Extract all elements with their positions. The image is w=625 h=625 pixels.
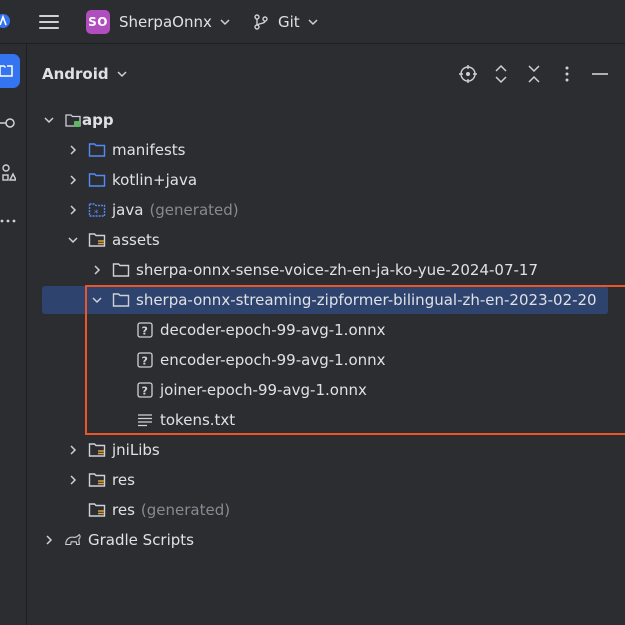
tree-label: Gradle Scripts — [88, 531, 194, 549]
unknown-file-icon: ? — [136, 321, 154, 339]
locate-icon[interactable] — [457, 63, 479, 85]
tree-node-app[interactable]: app — [42, 106, 608, 134]
commit-tool-button[interactable] — [0, 106, 20, 140]
tree-label: encoder-epoch-99-avg-1.onnx — [160, 351, 386, 369]
project-name: SherpaOnnx — [119, 13, 212, 31]
tree-label: joiner-epoch-99-avg-1.onnx — [160, 381, 367, 399]
gradle-icon — [64, 531, 82, 549]
resource-folder-icon — [88, 501, 106, 519]
title-bar: SO SherpaOnnx Git — [0, 0, 625, 44]
chevron-down-icon[interactable] — [66, 233, 80, 247]
unknown-file-icon: ? — [136, 351, 154, 369]
resource-folder-icon — [88, 471, 106, 489]
tree-label: kotlin+java — [112, 171, 198, 189]
tree-node-joiner[interactable]: ? joiner-epoch-99-avg-1.onnx — [42, 376, 608, 404]
folder-icon — [112, 291, 130, 309]
hide-panel-icon[interactable] — [589, 63, 611, 85]
tree-node-sense-voice[interactable]: sherpa-onnx-sense-voice-zh-en-ja-ko-yue-… — [42, 256, 608, 284]
more-tools-button[interactable] — [0, 204, 20, 238]
project-panel: Android app manifests kotlin+java * java… — [28, 45, 625, 625]
chevron-right-icon[interactable] — [66, 203, 80, 217]
tree-label-suffix: (generated) — [149, 201, 239, 219]
tree-node-streaming-zipformer[interactable]: sherpa-onnx-streaming-zipformer-bilingua… — [42, 286, 608, 314]
chevron-right-icon[interactable] — [90, 263, 104, 277]
chevron-right-icon[interactable] — [66, 173, 80, 187]
tree-node-decoder[interactable]: ? decoder-epoch-99-avg-1.onnx — [42, 316, 608, 344]
tree-label: res — [112, 501, 135, 519]
chevron-down-icon[interactable] — [42, 113, 56, 127]
tool-window-strip — [0, 44, 27, 625]
tree-node-tokens[interactable]: tokens.txt — [42, 406, 608, 434]
tree-node-encoder[interactable]: ? encoder-epoch-99-avg-1.onnx — [42, 346, 608, 374]
tree-node-kotlin-java[interactable]: kotlin+java — [42, 166, 608, 194]
chevron-right-icon[interactable] — [66, 443, 80, 457]
tree-node-java-generated[interactable]: * java (generated) — [42, 196, 608, 224]
options-icon[interactable] — [556, 63, 578, 85]
svg-text:*: * — [94, 209, 99, 218]
view-selector[interactable]: Android — [42, 65, 128, 83]
chevron-down-icon — [220, 19, 230, 26]
main-menu-icon[interactable] — [36, 9, 62, 35]
svg-text:?: ? — [142, 325, 148, 338]
ide-logo-icon[interactable] — [0, 10, 12, 32]
chevron-down-icon — [308, 19, 318, 26]
commit-icon — [0, 118, 15, 128]
tree-node-res[interactable]: res — [42, 466, 608, 494]
tree-node-res-generated[interactable]: res (generated) — [42, 496, 608, 524]
text-file-icon — [136, 411, 154, 429]
panel-title: Android — [42, 65, 109, 83]
folder-icon — [88, 171, 106, 189]
resource-folder-icon — [88, 231, 106, 249]
tree-label: sherpa-onnx-streaming-zipformer-bilingua… — [136, 291, 597, 309]
more-horizontal-icon — [0, 219, 16, 223]
generated-folder-icon: * — [88, 201, 106, 219]
structure-tool-button[interactable] — [0, 156, 20, 190]
shapes-icon — [2, 164, 16, 181]
chevron-down-icon[interactable] — [90, 293, 104, 307]
tree-label: app — [82, 111, 114, 129]
git-branch-icon — [254, 14, 268, 30]
ide-window: SO SherpaOnnx Git Android app manifests … — [0, 0, 625, 625]
tree-label-suffix: (generated) — [140, 501, 231, 519]
tree-node-assets[interactable]: assets — [42, 226, 608, 254]
module-folder-icon — [64, 111, 82, 129]
tree-node-manifests[interactable]: manifests — [42, 136, 608, 164]
project-badge: SO — [86, 10, 110, 34]
tree-node-gradle-scripts[interactable]: Gradle Scripts — [42, 526, 608, 554]
folder-icon — [88, 141, 106, 159]
vcs-selector[interactable]: Git — [252, 9, 319, 35]
chevron-right-icon[interactable] — [66, 473, 80, 487]
tree-label: assets — [112, 231, 160, 249]
tree-label: res — [112, 471, 135, 489]
tree-label: manifests — [112, 141, 186, 159]
tree-label: tokens.txt — [160, 411, 236, 429]
chevron-right-icon[interactable] — [42, 533, 56, 547]
collapse-all-icon[interactable] — [523, 63, 545, 85]
chevron-down-icon — [117, 71, 127, 78]
tree-node-jnilibs[interactable]: jniLibs — [42, 436, 608, 464]
resource-folder-icon — [88, 441, 106, 459]
svg-text:?: ? — [142, 355, 148, 368]
vcs-name: Git — [278, 13, 300, 31]
tree-label: jniLibs — [112, 441, 160, 459]
folder-icon — [112, 261, 130, 279]
folder-icon — [0, 65, 13, 77]
project-tool-button[interactable] — [0, 54, 20, 88]
tree-label: sherpa-onnx-sense-voice-zh-en-ja-ko-yue-… — [136, 261, 538, 279]
panel-actions — [457, 61, 611, 87]
unknown-file-icon: ? — [136, 381, 154, 399]
project-selector[interactable]: SO SherpaOnnx — [86, 9, 231, 35]
panel-header: Android — [28, 45, 625, 103]
tree-label: decoder-epoch-99-avg-1.onnx — [160, 321, 386, 339]
svg-text:?: ? — [142, 385, 148, 398]
expand-all-icon[interactable] — [490, 63, 512, 85]
tree-label: java — [112, 201, 144, 219]
chevron-right-icon[interactable] — [66, 143, 80, 157]
